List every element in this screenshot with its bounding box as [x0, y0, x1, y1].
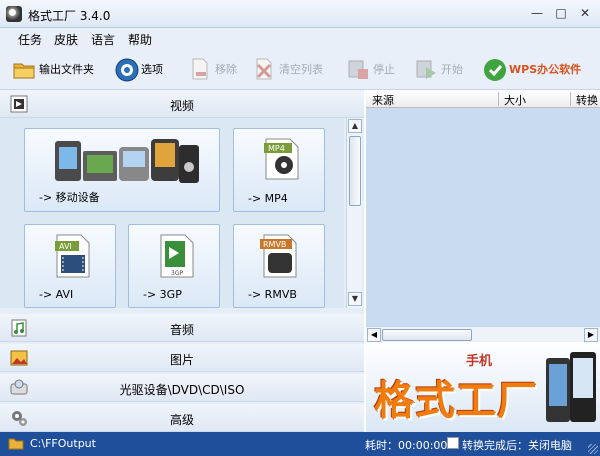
tile-mp4-label: -> MP4 [248, 192, 288, 205]
elapsed-time: 耗时：00:00:00 [365, 439, 448, 452]
hscroll-thumb[interactable] [382, 329, 472, 341]
menu-help[interactable]: 帮助 [128, 31, 152, 48]
remove-file-icon [188, 57, 212, 81]
start-button[interactable]: 开始 [414, 56, 463, 82]
tile-rmvb[interactable]: RMVB -> RMVB [233, 224, 325, 308]
category-image-label: 图片 [169, 353, 194, 367]
scroll-thumb[interactable] [349, 136, 361, 206]
svg-text:3GP: 3GP [171, 270, 183, 277]
3gp-file-icon: 3GP [159, 233, 195, 282]
category-disc-label: 光驱设备\DVD\CD\ISO [119, 383, 245, 397]
start-icon [414, 57, 438, 81]
options-label: 选项 [141, 63, 163, 76]
tile-3gp-label: -> 3GP [143, 288, 182, 301]
banner-mobile-text: 手机 [466, 354, 493, 369]
rmvb-file-icon: RMVB [260, 233, 300, 282]
menu-skin[interactable]: 皮肤 [54, 31, 78, 48]
conversion-panel: 视频 -> 移动设备 MP4 -> MP4 AVI -> AVI 3GP -> … [0, 90, 364, 432]
close-button[interactable]: ✕ [574, 5, 596, 21]
resize-grip[interactable] [588, 444, 598, 454]
tile-avi-label: -> AVI [39, 288, 74, 301]
video-grid-scrollbar[interactable]: ▲ ▼ [346, 118, 362, 308]
scroll-right-button[interactable]: ▶ [584, 328, 598, 342]
start-label: 开始 [441, 63, 463, 76]
stop-label: 停止 [373, 63, 395, 76]
output-folder-icon[interactable] [8, 436, 24, 450]
tile-mobile-devices[interactable]: -> 移动设备 [24, 128, 220, 212]
clear-list-icon [252, 57, 276, 81]
category-disc[interactable]: 光驱设备\DVD\CD\ISO [0, 374, 364, 402]
category-image[interactable]: 图片 [0, 344, 364, 372]
svg-text:AVI: AVI [59, 242, 72, 251]
banner-title: 格式工厂 [374, 377, 538, 424]
task-list-hscrollbar[interactable]: ◀ ▶ [366, 326, 600, 342]
wps-logo-icon [482, 57, 506, 81]
mp4-file-icon: MP4 [264, 137, 300, 184]
column-size[interactable]: 大小 [504, 92, 526, 108]
category-advanced[interactable]: 高级 [0, 404, 364, 432]
remove-label: 移除 [215, 63, 237, 76]
menu-language[interactable]: 语言 [91, 31, 115, 48]
task-list-header: 来源 大小 转换 [366, 90, 600, 108]
tile-avi[interactable]: AVI -> AVI [24, 224, 116, 308]
menu-bar: 任务 皮肤 语言 帮助 [0, 28, 600, 48]
wps-office-button[interactable]: WPS办公软件 [482, 56, 581, 82]
remove-button[interactable]: 移除 [188, 56, 237, 82]
output-path[interactable]: C:\FFOutput [30, 437, 96, 450]
phones-image-icon [542, 348, 598, 431]
output-folder-label: 输出文件夹 [39, 63, 94, 76]
minimize-button[interactable]: — [526, 5, 548, 21]
tile-rmvb-label: -> RMVB [248, 288, 297, 301]
category-audio[interactable]: 音频 [0, 314, 364, 342]
toolbar: 输出文件夹 选项 移除 清空列表 停止 开始 WPS办公软件 [0, 48, 600, 90]
video-format-grid: -> 移动设备 MP4 -> MP4 AVI -> AVI 3GP -> 3GP… [0, 118, 344, 308]
window-title: 格式工厂 3.4.0 [28, 9, 111, 23]
title-bar: 格式工厂 3.4.0 — □ ✕ [0, 0, 600, 28]
tile-mp4[interactable]: MP4 -> MP4 [233, 128, 325, 212]
category-audio-label: 音频 [169, 323, 194, 337]
after-convert-checkbox[interactable] [447, 437, 459, 449]
options-button[interactable]: 选项 [114, 56, 163, 82]
mobile-devices-icon [51, 135, 201, 190]
category-video-label: 视频 [169, 99, 194, 113]
category-video[interactable]: 视频 [0, 90, 364, 118]
folder-icon [12, 57, 36, 81]
options-gear-icon [114, 57, 139, 82]
format-factory-banner[interactable]: 手机 格式工厂 [366, 342, 600, 432]
stop-button[interactable]: 停止 [346, 56, 395, 82]
wps-label: WPS办公软件 [509, 63, 582, 76]
maximize-button[interactable]: □ [550, 5, 572, 21]
tile-mobile-devices-label: -> 移动设备 [39, 191, 100, 204]
after-convert-label: 转换完成后：关闭电脑 [462, 439, 572, 452]
task-list-panel: 来源 大小 转换 ◀ ▶ 手机 格式工厂 [366, 90, 600, 432]
output-folder-button[interactable]: 输出文件夹 [12, 56, 94, 82]
scroll-down-button[interactable]: ▼ [348, 292, 362, 306]
svg-text:MP4: MP4 [268, 144, 285, 153]
column-divider[interactable] [498, 92, 499, 106]
scroll-up-button[interactable]: ▲ [348, 119, 362, 133]
category-advanced-label: 高级 [169, 413, 194, 427]
clear-list-button[interactable]: 清空列表 [252, 56, 323, 82]
avi-file-icon: AVI [55, 233, 91, 282]
column-divider[interactable] [570, 92, 571, 106]
clear-list-label: 清空列表 [279, 63, 323, 76]
svg-text:RMVB: RMVB [263, 240, 286, 249]
scroll-left-button[interactable]: ◀ [367, 328, 381, 342]
app-logo-icon [6, 6, 22, 22]
stop-icon [346, 57, 370, 81]
column-source[interactable]: 来源 [372, 92, 394, 108]
column-convert[interactable]: 转换 [576, 92, 598, 108]
menu-task[interactable]: 任务 [18, 31, 42, 48]
status-bar: C:\FFOutput 耗时：00:00:00 转换完成后：关闭电脑 [0, 432, 600, 456]
tile-3gp[interactable]: 3GP -> 3GP [128, 224, 220, 308]
